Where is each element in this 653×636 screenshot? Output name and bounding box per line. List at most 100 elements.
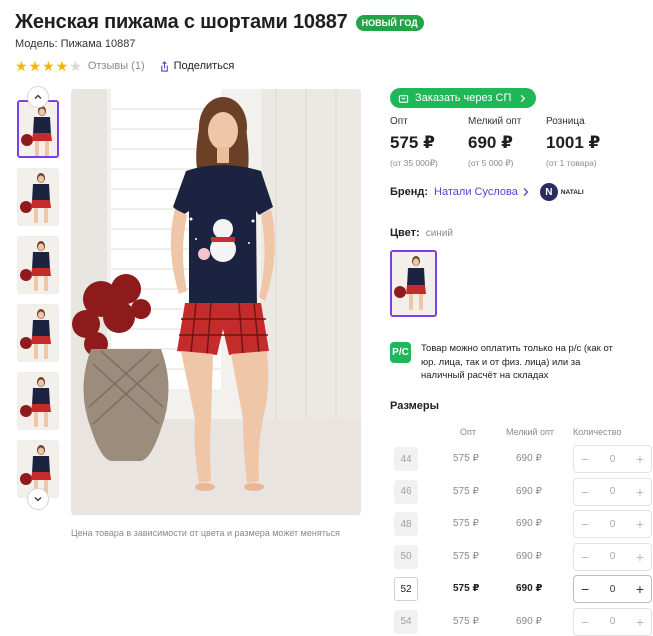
- price-value: 690 ₽: [468, 133, 513, 152]
- decrement-button[interactable]: −: [581, 549, 589, 565]
- brand-logo[interactable]: N NATALI: [539, 183, 584, 201]
- rating-stars: ★ ★ ★ ★ ★: [15, 59, 82, 73]
- product-photo[interactable]: [71, 89, 361, 515]
- thumbnail[interactable]: [17, 304, 59, 362]
- size-price-opt: 575 ₽: [453, 615, 479, 627]
- size-label: 54: [394, 609, 418, 634]
- thumbnail-image: [18, 373, 58, 429]
- thumbnail[interactable]: [17, 100, 59, 158]
- price-label: Опт: [390, 116, 408, 127]
- star-icon: ★: [55, 58, 69, 74]
- price-label: Розница: [546, 116, 585, 127]
- size-label: 52: [394, 577, 418, 601]
- star-icon: ★: [69, 58, 82, 74]
- quantity-value[interactable]: 0: [610, 551, 616, 562]
- size-price-small-opt: 690 ₽: [516, 550, 542, 562]
- star-icon: ★: [42, 58, 55, 74]
- thumbnail[interactable]: [17, 168, 59, 226]
- share-icon: [160, 60, 168, 72]
- reviews-link[interactable]: Отзывы (1): [88, 60, 145, 72]
- thumbnail[interactable]: [17, 236, 59, 294]
- quantity-value[interactable]: 0: [610, 486, 616, 497]
- quantity-stepper: − 0 +: [573, 607, 652, 636]
- thumbnail-image: [19, 102, 57, 156]
- header-qty: Количество: [573, 427, 622, 437]
- quantity-stepper: − 0 +: [573, 445, 652, 473]
- chevron-up-icon: [34, 94, 42, 99]
- size-price-opt: 575 ₽: [453, 485, 479, 497]
- color-row: Цвет: синий: [390, 227, 453, 239]
- share-button[interactable]: Поделиться: [159, 60, 234, 72]
- decrement-button[interactable]: −: [581, 484, 589, 500]
- size-price-opt: 575 ₽: [453, 453, 479, 464]
- chevron-right-icon: [521, 94, 526, 102]
- invoice-payment-icon: Р/С: [390, 342, 411, 363]
- quantity-value[interactable]: 0: [610, 584, 616, 595]
- payment-info: Р/С Товар можно оплатить только на р/с (…: [390, 342, 621, 383]
- increment-button[interactable]: +: [636, 451, 644, 467]
- thumbs-down-button[interactable]: [27, 488, 49, 510]
- size-price-opt: 575 ₽: [453, 550, 479, 562]
- quantity-value[interactable]: 0: [610, 454, 616, 465]
- thumbnail-image: [18, 305, 58, 361]
- page-title: Женская пижама с шортами 10887: [15, 11, 348, 33]
- decrement-button[interactable]: −: [581, 516, 589, 532]
- quantity-stepper: − 0 +: [573, 477, 652, 506]
- star-icon: ★: [28, 58, 42, 74]
- size-row: 46 575 ₽ 690 ₽ − 0 +: [390, 477, 652, 506]
- header-opt: Опт: [460, 427, 476, 437]
- price-value: 575 ₽: [390, 133, 435, 152]
- increment-button[interactable]: +: [636, 516, 644, 532]
- decrement-button[interactable]: −: [581, 581, 589, 597]
- product-photo-image: [71, 89, 361, 515]
- increment-button[interactable]: +: [636, 484, 644, 500]
- size-label: 46: [394, 479, 418, 504]
- sizes-title: Размеры: [390, 400, 440, 412]
- model-label: Модель: Пижама 10887: [15, 38, 136, 50]
- cart-icon: [398, 94, 409, 103]
- quantity-value[interactable]: 0: [610, 616, 616, 627]
- new-year-badge[interactable]: НОВЫЙ ГОД: [355, 14, 424, 31]
- price-label: Мелкий опт: [468, 116, 522, 127]
- star-icon: ★: [15, 58, 28, 74]
- size-price-small-opt: 690 ₽: [516, 583, 543, 594]
- chevron-down-icon: [34, 497, 42, 502]
- brand-link[interactable]: Натали Суслова: [434, 186, 518, 198]
- price-note: (от 1 товара): [546, 158, 597, 168]
- thumbs-up-button[interactable]: [27, 86, 49, 108]
- quantity-value[interactable]: 0: [610, 519, 616, 530]
- quantity-stepper: − 0 +: [573, 542, 652, 571]
- price-note: (от 5 000 ₽): [468, 158, 514, 168]
- price-note: (от 35 000₽): [390, 158, 438, 168]
- brand-logo-mark: N: [539, 183, 558, 201]
- thumbnail[interactable]: [17, 372, 59, 430]
- size-row: 52 575 ₽ 690 ₽ − 0 +: [390, 575, 652, 603]
- order-via-sp-label: Заказать через СП: [415, 92, 512, 104]
- thumbnail-gallery: [14, 86, 62, 513]
- thumbnail-image: [18, 169, 58, 225]
- price-wholesale: Опт 575 ₽ (от 35 000₽): [390, 116, 468, 169]
- size-row: 48 575 ₽ 690 ₽ − 0 +: [390, 510, 652, 538]
- payment-text: Товар можно оплатить только на р/с (как …: [421, 343, 613, 381]
- size-label: 50: [394, 544, 418, 569]
- color-swatch-image: [392, 252, 435, 315]
- color-swatch-navy[interactable]: [390, 250, 437, 317]
- size-price-opt: 575 ₽: [453, 583, 480, 594]
- size-row: 54 575 ₽ 690 ₽ − 0 +: [390, 607, 652, 636]
- brand-row: Бренд: Натали Суслова N NATALI: [390, 183, 584, 201]
- increment-button[interactable]: +: [636, 549, 644, 565]
- increment-button[interactable]: +: [636, 614, 644, 630]
- header-small-opt: Мелкий опт: [506, 427, 555, 437]
- price-value: 1001 ₽: [546, 133, 601, 152]
- order-via-sp-button[interactable]: Заказать через СП: [390, 88, 537, 108]
- decrement-button[interactable]: −: [581, 451, 589, 467]
- price-retail: Розница 1001 ₽ (от 1 товара): [546, 116, 624, 169]
- increment-button[interactable]: +: [636, 581, 644, 597]
- size-price-small-opt: 690 ₽: [516, 485, 542, 497]
- quantity-stepper: − 0 +: [573, 510, 652, 538]
- brand-key: Бренд:: [390, 186, 429, 198]
- size-label: 48: [394, 512, 418, 536]
- decrement-button[interactable]: −: [581, 614, 589, 630]
- price-table: Опт 575 ₽ (от 35 000₽) Мелкий опт 690 ₽ …: [390, 116, 624, 169]
- thumbnail-image: [18, 237, 58, 293]
